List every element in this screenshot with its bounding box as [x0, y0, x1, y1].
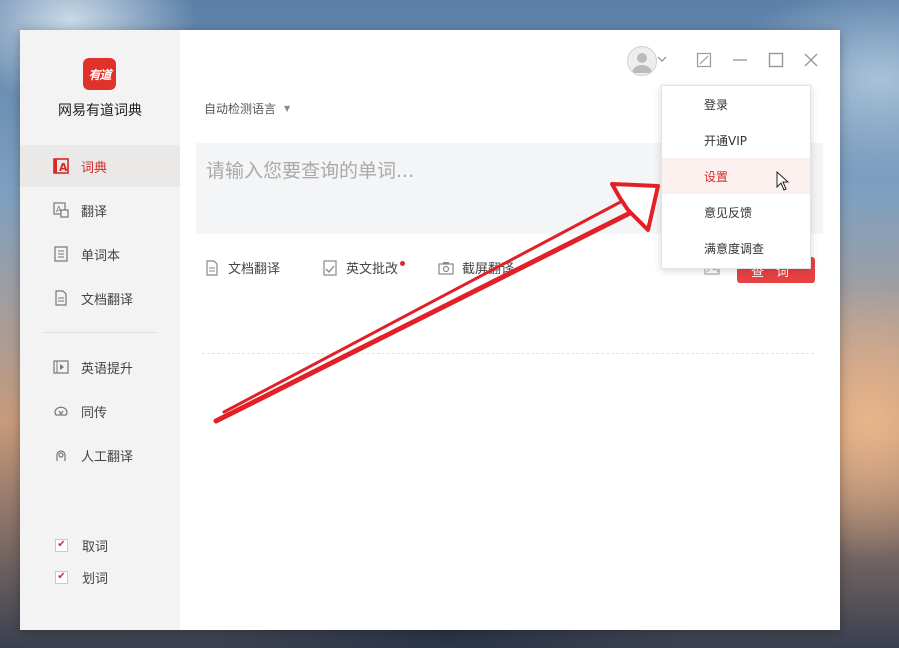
annotation-arrow: [213, 182, 660, 424]
baidu-watermark: Baidu经验 jingyan.baidu.com: [690, 570, 826, 621]
watermark-url: jingyan.baidu.com: [690, 606, 810, 621]
watermark-brand: Baidu经验: [690, 576, 826, 606]
